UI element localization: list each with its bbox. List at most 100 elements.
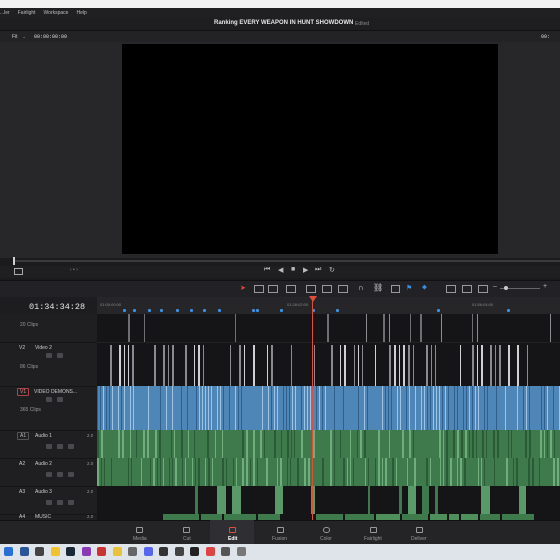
audio-clip[interactable] bbox=[368, 458, 369, 486]
timeline-marker[interactable] bbox=[133, 309, 136, 312]
audio-clip[interactable] bbox=[443, 458, 444, 486]
timeline-clip[interactable] bbox=[235, 314, 236, 342]
lock-icon[interactable] bbox=[46, 397, 52, 402]
audio-clip[interactable] bbox=[340, 430, 341, 458]
audio-clip[interactable] bbox=[353, 458, 354, 486]
audio-clip[interactable] bbox=[257, 458, 258, 486]
audio-clip[interactable] bbox=[313, 430, 315, 458]
timeline-clip[interactable] bbox=[241, 386, 242, 430]
go-to-end-icon[interactable]: ⏭ bbox=[315, 266, 321, 274]
page-tab-edit[interactable]: Edit bbox=[228, 536, 237, 542]
timeline-clip[interactable] bbox=[421, 386, 422, 430]
timeline-clip[interactable] bbox=[505, 386, 506, 430]
audio-clip[interactable] bbox=[130, 430, 131, 458]
audio-clip[interactable] bbox=[506, 458, 508, 486]
timeline-clip[interactable] bbox=[426, 345, 428, 387]
audio-clip[interactable] bbox=[217, 486, 226, 514]
audio-clip[interactable] bbox=[389, 430, 390, 458]
timeline-clip[interactable] bbox=[424, 386, 425, 430]
audio-clip[interactable] bbox=[334, 458, 335, 486]
audio-clip[interactable] bbox=[226, 458, 227, 486]
audio-clip[interactable] bbox=[163, 458, 164, 486]
audio-clip[interactable] bbox=[215, 430, 216, 458]
audio-clip[interactable] bbox=[141, 458, 142, 486]
timeline-clip[interactable] bbox=[544, 386, 545, 430]
timeline-marker[interactable] bbox=[176, 309, 179, 312]
timeline-clip[interactable] bbox=[340, 345, 341, 387]
timeline-clip[interactable] bbox=[343, 386, 344, 430]
pointer-tool-icon[interactable]: ➤ bbox=[240, 284, 246, 292]
app-icon[interactable] bbox=[221, 547, 230, 556]
timeline-marker[interactable] bbox=[252, 309, 255, 312]
page-tab-color[interactable]: Color bbox=[320, 536, 332, 542]
timeline-clip[interactable] bbox=[397, 386, 398, 430]
audio-clip[interactable] bbox=[297, 458, 299, 486]
audio-clip[interactable] bbox=[508, 430, 509, 458]
timeline-clip[interactable] bbox=[344, 345, 346, 387]
windows-icon[interactable] bbox=[4, 547, 13, 556]
timeline-clip[interactable] bbox=[307, 386, 308, 430]
timeline-clip[interactable] bbox=[238, 386, 239, 430]
audio-clip[interactable] bbox=[122, 430, 124, 458]
timeline-clip[interactable] bbox=[262, 386, 263, 430]
audio-clip[interactable] bbox=[222, 458, 224, 486]
audio-clip[interactable] bbox=[472, 430, 474, 458]
audio-clip[interactable] bbox=[207, 430, 209, 458]
audio-clip[interactable] bbox=[253, 430, 255, 458]
track-lane-video-3[interactable] bbox=[97, 314, 560, 342]
audio-clip[interactable] bbox=[357, 430, 358, 458]
timeline-clip[interactable] bbox=[110, 345, 112, 387]
zoom-slider-handle[interactable] bbox=[504, 286, 508, 290]
track-id[interactable]: V1 bbox=[17, 388, 30, 396]
timeline-clip[interactable] bbox=[457, 386, 458, 430]
audio-clip[interactable] bbox=[540, 430, 542, 458]
audio-clip[interactable] bbox=[365, 458, 366, 486]
timeline-clip[interactable] bbox=[316, 386, 317, 430]
explorer-icon[interactable] bbox=[50, 547, 60, 556]
timeline-clip[interactable] bbox=[367, 386, 368, 430]
reverse-play-icon[interactable]: ◀ bbox=[278, 266, 283, 274]
audio-clip[interactable] bbox=[264, 430, 265, 458]
timeline-clip[interactable] bbox=[295, 386, 296, 430]
timeline-clip[interactable] bbox=[495, 345, 496, 387]
audio-clip[interactable] bbox=[532, 458, 534, 486]
audio-clip[interactable] bbox=[484, 458, 485, 486]
timeline-clip[interactable] bbox=[223, 386, 224, 430]
deliver-page-icon[interactable] bbox=[416, 527, 423, 533]
timeline-clip[interactable] bbox=[445, 386, 446, 430]
timeline-clip[interactable] bbox=[205, 386, 206, 430]
audio-clip[interactable] bbox=[553, 458, 555, 486]
timeline-clip[interactable] bbox=[433, 386, 434, 430]
timeline-clip[interactable] bbox=[441, 314, 442, 342]
timeline-clip[interactable] bbox=[319, 386, 320, 430]
mute-icon[interactable] bbox=[68, 444, 74, 449]
chevron-down-icon[interactable]: ⌄ bbox=[22, 34, 26, 40]
audio-clip[interactable] bbox=[378, 430, 380, 458]
audio-clip[interactable] bbox=[547, 430, 548, 458]
audio-clip[interactable] bbox=[101, 430, 103, 458]
audio-clip[interactable] bbox=[232, 486, 241, 514]
timeline-marker[interactable] bbox=[256, 309, 259, 312]
timeline-clip[interactable] bbox=[460, 345, 461, 387]
timeline-clip[interactable] bbox=[277, 386, 278, 430]
audio-clip[interactable] bbox=[399, 486, 402, 514]
timeline-clip[interactable] bbox=[100, 386, 101, 430]
timeline-clip[interactable] bbox=[383, 314, 385, 342]
timeline-clip[interactable] bbox=[172, 345, 174, 387]
timeline-clip[interactable] bbox=[289, 386, 290, 430]
timeline-clip[interactable] bbox=[119, 345, 121, 387]
timeline-clip[interactable] bbox=[148, 386, 149, 430]
audio-clip[interactable] bbox=[453, 430, 455, 458]
track-header-v1[interactable]: V1 VIDEO DEMONS... 365 Clips bbox=[0, 386, 97, 431]
audio-clip[interactable] bbox=[481, 486, 490, 514]
audio-clip[interactable] bbox=[97, 458, 99, 486]
timeline-marker[interactable] bbox=[280, 309, 283, 312]
audio-clip[interactable] bbox=[486, 430, 487, 458]
viewer-scrub-bar[interactable] bbox=[14, 260, 560, 262]
track-lane-a3[interactable] bbox=[97, 486, 560, 514]
timeline-clip[interactable] bbox=[166, 386, 167, 430]
audio-clip[interactable] bbox=[174, 430, 175, 458]
timeline-clip[interactable] bbox=[469, 386, 470, 430]
timeline-clip[interactable] bbox=[481, 345, 483, 387]
replace-clip-icon[interactable] bbox=[338, 285, 348, 293]
